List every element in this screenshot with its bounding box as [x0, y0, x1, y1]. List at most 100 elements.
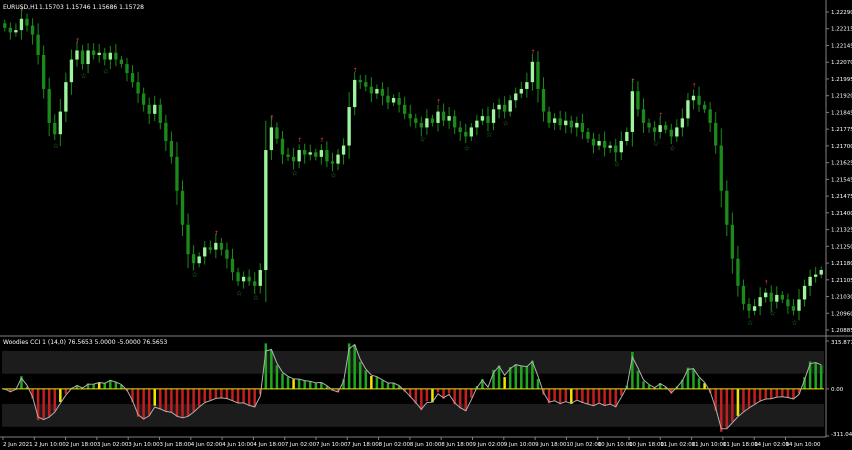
cci-histogram-bar — [209, 388, 212, 401]
candle-body — [747, 303, 751, 311]
price-tick-label: 1.22290 — [831, 10, 852, 16]
candle-body — [47, 88, 51, 123]
arrow-up-marker: ↑ — [436, 99, 441, 106]
cci-histogram-bar — [181, 388, 184, 418]
cci-histogram-bar — [581, 388, 584, 403]
cci-histogram-bar — [147, 388, 151, 416]
candle-body — [730, 224, 735, 259]
price-tick-label: 1.21545 — [831, 177, 852, 183]
candle-body — [775, 294, 779, 302]
candle-body — [41, 55, 46, 89]
time-tick-label: 4 Jun 02:00 — [191, 442, 223, 448]
cci-histogram-bar — [425, 388, 429, 402]
time-tick-label: 8 Jun 02:00 — [379, 442, 411, 448]
cci-histogram-bar — [53, 388, 57, 412]
cci-histogram-bar — [225, 388, 229, 399]
candle-body — [575, 122, 579, 128]
time-tick-label: 11 Jun 02:00 — [660, 442, 695, 448]
candle-body — [530, 61, 535, 83]
arrow-down-marker: ☆ — [236, 289, 242, 297]
candle-body — [319, 150, 324, 157]
candle-body — [469, 127, 473, 137]
cci-histogram-bar — [525, 366, 529, 389]
candle-body — [736, 258, 740, 286]
candle-body — [364, 82, 368, 87]
cci-histogram-bar — [264, 343, 268, 389]
cci-histogram-bar — [242, 388, 245, 403]
cci-histogram-bar — [275, 365, 279, 389]
time-tick-label: 4 Jun 10:00 — [222, 442, 254, 448]
cci-histogram-bar — [175, 388, 179, 417]
candle-body — [236, 272, 240, 282]
cci-histogram-bar — [597, 388, 601, 403]
candle-body — [275, 127, 279, 139]
trading-chart[interactable]: ↑☆↑☆☆☆↑☆☆↑☆↑ ↑☆↑☆↑☆☆☆↑☆↑☆↑☆↑☆↑☆☆ EURUSD,H… — [0, 0, 852, 450]
arrow-down-marker: ☆ — [503, 120, 509, 128]
candle-body — [464, 131, 468, 137]
candle-body — [475, 120, 479, 128]
time-tick-label: 9 Jun 10:00 — [504, 442, 536, 448]
time-tick-label: 11 Jun 18:00 — [723, 442, 758, 448]
candle-body — [191, 254, 196, 264]
cci-histogram-bar — [314, 383, 318, 389]
candle-body — [358, 79, 362, 83]
arrow-down-marker: ☆ — [253, 294, 259, 302]
cci-histogram-bar — [608, 388, 612, 404]
cci-histogram-bar — [231, 388, 234, 402]
cci-histogram-bar — [753, 388, 756, 404]
cci-histogram-bar — [47, 388, 51, 417]
cci-histogram-bar — [764, 388, 767, 399]
cci-histogram-bar — [586, 388, 590, 405]
candle-body — [175, 156, 179, 191]
cci-histogram-bar — [553, 388, 556, 401]
cci-histogram-bar — [281, 373, 284, 389]
candle-body — [130, 73, 135, 83]
candle-body — [814, 274, 818, 277]
candle-body — [491, 109, 496, 123]
cci-histogram-bar — [536, 378, 540, 389]
candle-body — [25, 18, 29, 26]
cci-upper-band — [2, 350, 824, 374]
candle-body — [497, 104, 501, 110]
candle-body — [136, 82, 140, 94]
candle-body — [686, 100, 690, 119]
candle-body — [108, 52, 112, 60]
candle-body — [280, 138, 285, 155]
cci-histogram-bar — [64, 388, 68, 394]
arrow-down-marker: ☆ — [330, 172, 336, 180]
candle-body — [697, 95, 701, 105]
candle-body — [552, 118, 557, 123]
candle-body — [286, 154, 290, 157]
cci-histogram-bar — [697, 378, 701, 389]
candle-body — [647, 122, 651, 128]
price-tick-label: 1.21180 — [831, 261, 852, 267]
arrow-down-marker: ☆ — [791, 319, 797, 327]
candle-body — [341, 145, 346, 155]
candle-body — [397, 98, 401, 105]
candle-body — [652, 127, 657, 132]
candle-body — [80, 50, 85, 65]
cci-histogram-bar — [297, 379, 301, 389]
candle-body — [514, 93, 518, 101]
candle-body — [764, 292, 768, 298]
cci-histogram-bar — [170, 388, 173, 413]
candle-body — [802, 285, 807, 300]
arrow-up-marker: ↑ — [764, 280, 769, 287]
arrow-up-marker: ↑ — [297, 137, 302, 144]
candle-body — [3, 23, 7, 28]
candle-body — [808, 276, 812, 286]
candle-body — [702, 104, 707, 110]
candle-body — [103, 52, 107, 60]
candle-body — [403, 104, 407, 114]
candle-body — [69, 59, 74, 83]
price-tick-label: 1.21700 — [831, 144, 852, 150]
candle-body — [164, 122, 168, 142]
arrow-down-marker: ☆ — [464, 144, 470, 152]
time-tick-label: 10 Jun 02:00 — [566, 442, 601, 448]
cci-histogram-bar — [197, 388, 201, 407]
price-tick-label: 1.21400 — [831, 211, 852, 217]
candle-body — [369, 86, 374, 94]
candle-body — [602, 141, 607, 148]
indicator-tick-label: -311.0446 — [831, 432, 852, 438]
cci-histogram-bar — [558, 388, 562, 405]
